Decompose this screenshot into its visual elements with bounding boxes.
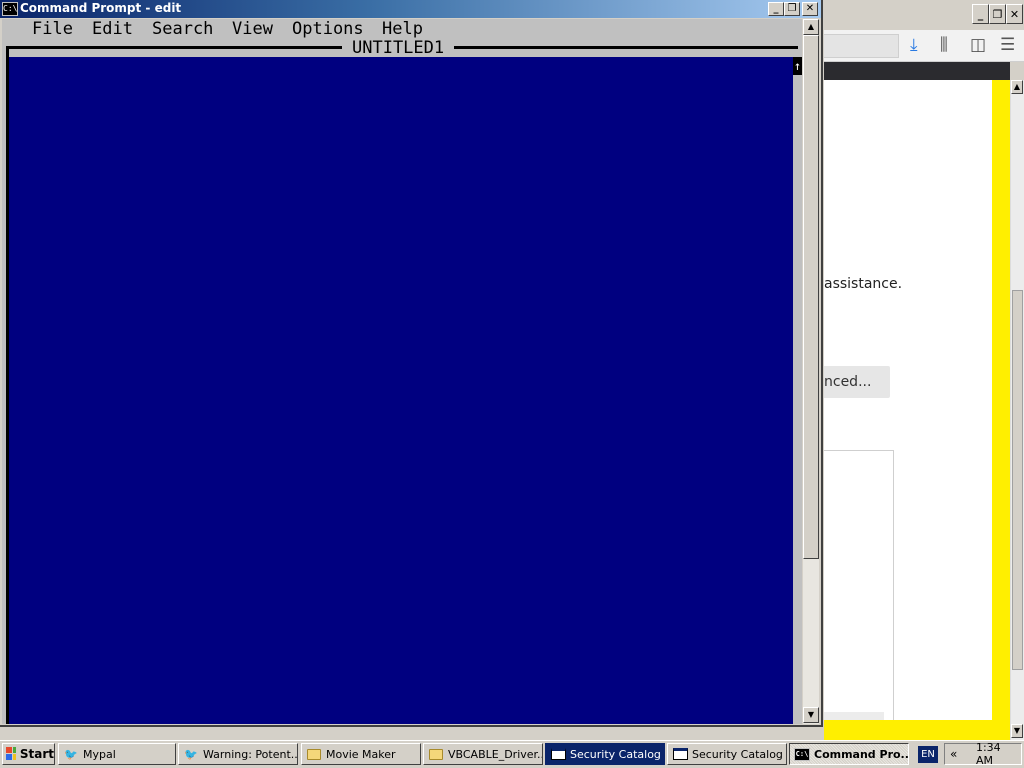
- taskbar-button-label: Warning: Potent...: [203, 747, 298, 761]
- browser-content: assistance. nced... ntinue: [824, 80, 992, 753]
- taskbar-button-security-catalog-1[interactable]: Security Catalog: [545, 743, 665, 765]
- taskbar-button-security-catalog-2[interactable]: Security Catalog: [667, 743, 787, 765]
- start-label: Start: [19, 747, 54, 761]
- start-button[interactable]: Start: [2, 743, 55, 765]
- window-icon: [672, 747, 688, 761]
- minimize-button[interactable]: _: [768, 2, 784, 16]
- taskbar-button-label: Security Catalog: [692, 747, 783, 761]
- taskbar-button-command-prompt[interactable]: C:\ Command Pro...: [789, 743, 909, 765]
- scroll-thumb[interactable]: [803, 35, 819, 559]
- window-icon: [550, 747, 566, 761]
- background-titlebar: _ ❐ ✕: [824, 0, 1024, 30]
- editor-scrollbar[interactable]: [793, 57, 802, 724]
- bg-close-button[interactable]: ✕: [1006, 4, 1023, 24]
- taskbar-button-label: Command Pro...: [814, 747, 909, 761]
- bg-minimize-button[interactable]: _: [972, 4, 989, 24]
- advanced-button[interactable]: nced...: [824, 366, 890, 398]
- taskbar-button-mypal[interactable]: 🐦 Mypal: [58, 743, 176, 765]
- taskbar-button-label: VBCABLE_Driver...: [448, 747, 543, 761]
- bg-scroll-thumb[interactable]: [1012, 290, 1023, 670]
- console-area[interactable]: File Edit Search View Options Help UNTIT…: [2, 19, 802, 724]
- yellow-border-bottom: [824, 720, 1010, 740]
- window-title: Command Prompt - edit: [20, 1, 182, 15]
- taskbar-button-label: Movie Maker: [326, 747, 396, 761]
- menu-view[interactable]: View: [232, 19, 273, 39]
- download-icon[interactable]: ⤓: [910, 36, 918, 54]
- cmd-icon[interactable]: C:\: [2, 2, 18, 16]
- yellow-border-right: [992, 80, 1010, 740]
- taskbar-button-vbcable[interactable]: VBCABLE_Driver...: [423, 743, 543, 765]
- background-browser-window: _ ❐ ✕ ⤓ ⫼ ◫ ☰ assistance. nced... ntinue…: [824, 0, 1024, 753]
- document-title: UNTITLED1: [342, 38, 455, 58]
- taskbar-button-label: Security Catalog: [570, 747, 661, 761]
- system-tray: « 1:34 AM: [944, 741, 1022, 767]
- bg-scroll-up-arrow-icon[interactable]: ▲: [1011, 80, 1023, 94]
- sidebar-icon[interactable]: ◫: [970, 36, 986, 54]
- close-button[interactable]: ✕: [802, 2, 818, 16]
- url-bar[interactable]: [824, 34, 899, 58]
- assistance-text-fragment: assistance.: [824, 276, 903, 292]
- menu-help[interactable]: Help: [382, 19, 423, 39]
- menu-edit[interactable]: Edit: [92, 19, 133, 39]
- command-prompt-window: C:\ Command Prompt - edit _ ❐ ✕ File Edi…: [0, 0, 823, 727]
- menu-options[interactable]: Options: [292, 19, 364, 39]
- taskbar-button-label: Mypal: [83, 747, 116, 761]
- menu-search[interactable]: Search: [152, 19, 213, 39]
- clock[interactable]: 1:34 AM: [976, 741, 1021, 767]
- browser-toolbar: ⤓ ⫼ ◫ ☰: [824, 30, 1024, 62]
- scroll-up-arrow-icon[interactable]: ▲: [803, 19, 819, 35]
- app-icon: 🐦: [184, 747, 198, 761]
- app-icon: 🐦: [64, 747, 78, 761]
- bg-restore-button[interactable]: ❐: [989, 4, 1006, 24]
- windows-logo-icon: [6, 747, 16, 761]
- taskbar-button-movie-maker[interactable]: Movie Maker: [301, 743, 421, 765]
- browser-vscrollbar[interactable]: ▲ ▼: [1010, 80, 1024, 740]
- editor-scroll-up-arrow-icon[interactable]: ↑: [793, 57, 802, 75]
- scroll-down-arrow-icon[interactable]: ▼: [803, 707, 819, 723]
- content-box: [824, 450, 894, 753]
- bg-scroll-down-arrow-icon[interactable]: ▼: [1011, 724, 1023, 738]
- browser-dark-strip: [824, 62, 1010, 80]
- taskbar: Start 🐦 Mypal 🐦 Warning: Potent... Movie…: [0, 740, 1024, 768]
- window-titlebar[interactable]: C:\ Command Prompt - edit _ ❐ ✕: [0, 0, 821, 18]
- folder-icon: [428, 747, 444, 761]
- language-indicator[interactable]: EN: [918, 746, 938, 763]
- edit-menubar: File Edit Search View Options Help: [2, 19, 802, 39]
- menu-file[interactable]: File: [32, 19, 73, 39]
- window-vscrollbar[interactable]: ▲ ▼: [803, 19, 819, 724]
- taskbar-button-warning[interactable]: 🐦 Warning: Potent...: [178, 743, 298, 765]
- tray-expand-chevron-icon[interactable]: «: [950, 747, 962, 761]
- menu-icon[interactable]: ☰: [1000, 36, 1015, 54]
- cmd-icon: C:\: [794, 747, 810, 761]
- library-icon[interactable]: ⫼: [940, 36, 948, 54]
- editor-text-area[interactable]: [9, 57, 793, 724]
- restore-button[interactable]: ❐: [784, 2, 800, 16]
- folder-icon: [306, 747, 322, 761]
